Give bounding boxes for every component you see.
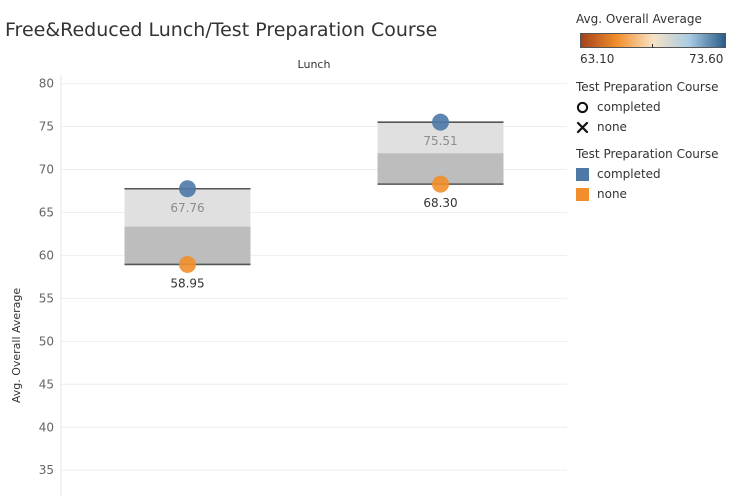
y-tick-label: 70 (39, 163, 54, 177)
color-legend-min: 63.10 (580, 52, 615, 66)
data-label-completed: 67.76 (170, 201, 204, 215)
y-tick-label: 35 (39, 463, 54, 477)
shape-legend: Test Preparation Course completed none (576, 80, 726, 140)
data-point-none (179, 255, 196, 273)
color-legend-label: completed (597, 167, 661, 181)
y-tick-label: 55 (39, 291, 54, 305)
circle-outline-icon (576, 101, 589, 113)
x-mark-icon (576, 121, 589, 133)
y-axis-label: Avg. Overall Average (10, 288, 23, 404)
data-point-completed (432, 113, 449, 131)
color-swatch-none (576, 187, 589, 201)
color-legend-label: none (597, 187, 627, 201)
shape-legend-label: none (597, 120, 627, 134)
shape-legend-title: Test Preparation Course (576, 80, 719, 94)
column-header: Lunch (298, 58, 331, 71)
y-tick-label: 80 (39, 77, 54, 91)
gradient-marker (652, 44, 653, 48)
color-category-legend: Test Preparation Course completed none (576, 147, 726, 207)
chart-plot: Lunch 35 40 45 50 55 60 65 70 75 80 Avg. Overall Av… (10, 58, 567, 496)
shape-legend-item-none[interactable]: none (576, 120, 627, 134)
color-gradient-bar[interactable] (580, 33, 726, 48)
y-tick-label: 65 (39, 205, 54, 219)
y-tick-label: 60 (39, 248, 54, 262)
color-legend-item-completed[interactable]: completed (576, 167, 661, 181)
y-tick-label: 75 (39, 120, 54, 134)
shape-legend-label: completed (597, 100, 661, 114)
color-swatch-completed (576, 167, 589, 181)
color-legend-item-none[interactable]: none (576, 187, 627, 201)
color-legend: Avg. Overall Average 63.10 73.60 (576, 12, 726, 72)
color-legend-title: Avg. Overall Average (576, 12, 702, 26)
y-tick-label: 50 (39, 334, 54, 348)
color-category-legend-title: Test Preparation Course (576, 147, 719, 161)
data-label-completed: 75.51 (423, 134, 457, 148)
data-label-none: 68.30 (423, 196, 457, 210)
color-legend-max: 73.60 (689, 52, 724, 66)
y-tick-label: 40 (39, 420, 54, 434)
data-point-completed (179, 180, 196, 198)
y-tick-label: 45 (39, 377, 54, 391)
shape-legend-item-completed[interactable]: completed (576, 100, 661, 114)
data-label-none: 58.95 (170, 276, 204, 290)
data-point-none (432, 175, 449, 193)
